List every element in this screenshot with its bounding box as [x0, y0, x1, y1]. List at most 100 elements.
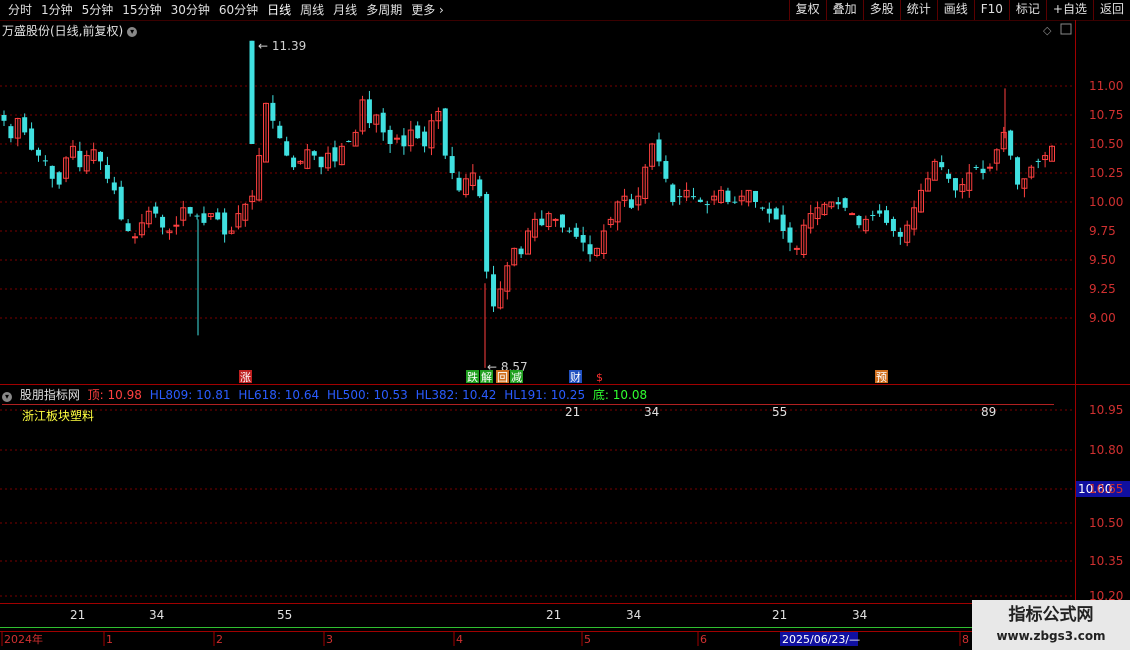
window-icon[interactable]	[1060, 23, 1072, 35]
event-marker[interactable]: 解	[481, 370, 492, 384]
watermark-line1: 指标公式网	[1008, 605, 1094, 625]
event-marker[interactable]: 跌	[467, 370, 478, 384]
candle	[284, 136, 290, 157]
candle	[90, 142, 97, 164]
candle	[449, 146, 455, 180]
indicator-name[interactable]: 股朋指标网	[20, 388, 80, 402]
month-label: 2	[216, 633, 223, 646]
candle	[125, 219, 131, 232]
candle	[890, 216, 896, 237]
high-price-label: ← 11.39	[258, 39, 306, 53]
candle	[277, 121, 283, 139]
indicator-value-5: HL191: 10.25	[500, 388, 586, 402]
candle	[780, 205, 786, 239]
bottom-fib-number: 34	[852, 608, 867, 622]
month-label: 1	[106, 633, 113, 646]
month-label: 3	[326, 633, 333, 646]
high-candle-body	[249, 40, 255, 145]
candle	[194, 213, 200, 220]
candle	[394, 134, 400, 144]
candle	[877, 204, 883, 217]
candle	[8, 123, 14, 143]
candle	[531, 212, 538, 242]
candle	[545, 211, 552, 231]
month-label: 8	[962, 633, 969, 646]
candle	[704, 200, 710, 214]
watermark-line2: www.zbgs3.com	[996, 629, 1106, 643]
candle	[215, 208, 221, 221]
candle	[297, 160, 304, 165]
candle	[952, 177, 958, 198]
candle	[1028, 164, 1035, 180]
candle	[387, 125, 393, 153]
candle	[842, 197, 848, 212]
event-marker[interactable]: 减	[511, 371, 522, 384]
event-marker[interactable]: 回	[497, 371, 508, 384]
candle	[222, 208, 228, 243]
month-label: 6	[700, 633, 707, 646]
candle	[111, 176, 117, 195]
collapse-icon[interactable]: ▾	[2, 392, 12, 402]
candle	[753, 190, 759, 208]
candle	[56, 171, 62, 189]
candle	[635, 187, 642, 211]
candle	[897, 227, 903, 245]
fib-number: 21	[565, 405, 580, 419]
candle	[649, 142, 656, 170]
candle	[77, 141, 83, 172]
diamond-icon[interactable]: ◇	[1043, 24, 1052, 37]
candle	[718, 186, 725, 204]
candle	[1035, 158, 1041, 169]
date-cursor-label: 2025/06/23/—	[782, 633, 860, 646]
candle	[497, 281, 504, 310]
candle	[484, 191, 490, 279]
candle	[318, 156, 324, 175]
candle	[35, 147, 41, 162]
candle	[311, 150, 317, 161]
event-marker[interactable]: 预	[876, 371, 887, 384]
price-axis-label: 10.25	[1089, 166, 1123, 180]
bottom-fib-number: 34	[626, 608, 641, 622]
event-marker[interactable]: 财	[570, 370, 581, 384]
price-axis-label: 10.75	[1089, 108, 1123, 122]
candle	[511, 247, 518, 267]
event-marker[interactable]: 涨	[240, 371, 251, 384]
candle	[235, 205, 242, 230]
candle	[849, 212, 856, 216]
candle	[946, 169, 952, 183]
candle	[862, 215, 869, 234]
candle	[614, 200, 621, 231]
price-axis-label: 10.50	[1089, 137, 1123, 151]
month-label: 5	[584, 633, 591, 646]
candle	[587, 235, 593, 262]
candle	[422, 126, 428, 153]
candle	[1008, 129, 1014, 160]
candle	[477, 175, 483, 198]
sector-label: 浙江板块塑料	[22, 409, 95, 423]
bottom-fib-number: 55	[277, 608, 292, 622]
candlestick-chart[interactable]: 10.60◇ 11.0010.7510.5010.2510.009.759.50…	[0, 0, 1130, 650]
event-marker[interactable]: $	[596, 371, 603, 384]
candle	[600, 224, 607, 259]
candle	[959, 178, 966, 199]
candle	[63, 156, 70, 183]
bottom-fib-number: 21	[772, 608, 787, 622]
candle	[939, 155, 945, 171]
candle	[346, 140, 352, 143]
candle	[187, 206, 193, 217]
candle	[911, 200, 918, 236]
candle	[138, 214, 145, 238]
candle	[118, 180, 124, 221]
candle	[173, 216, 180, 235]
candle	[683, 182, 690, 201]
candle	[559, 214, 565, 233]
fib-number: 89	[981, 405, 996, 419]
candle	[835, 197, 841, 210]
candle	[663, 155, 669, 183]
candle	[573, 223, 579, 239]
candle	[690, 187, 696, 200]
candle	[642, 164, 649, 204]
candle	[766, 202, 772, 223]
candle	[821, 202, 828, 216]
candle	[132, 232, 138, 244]
